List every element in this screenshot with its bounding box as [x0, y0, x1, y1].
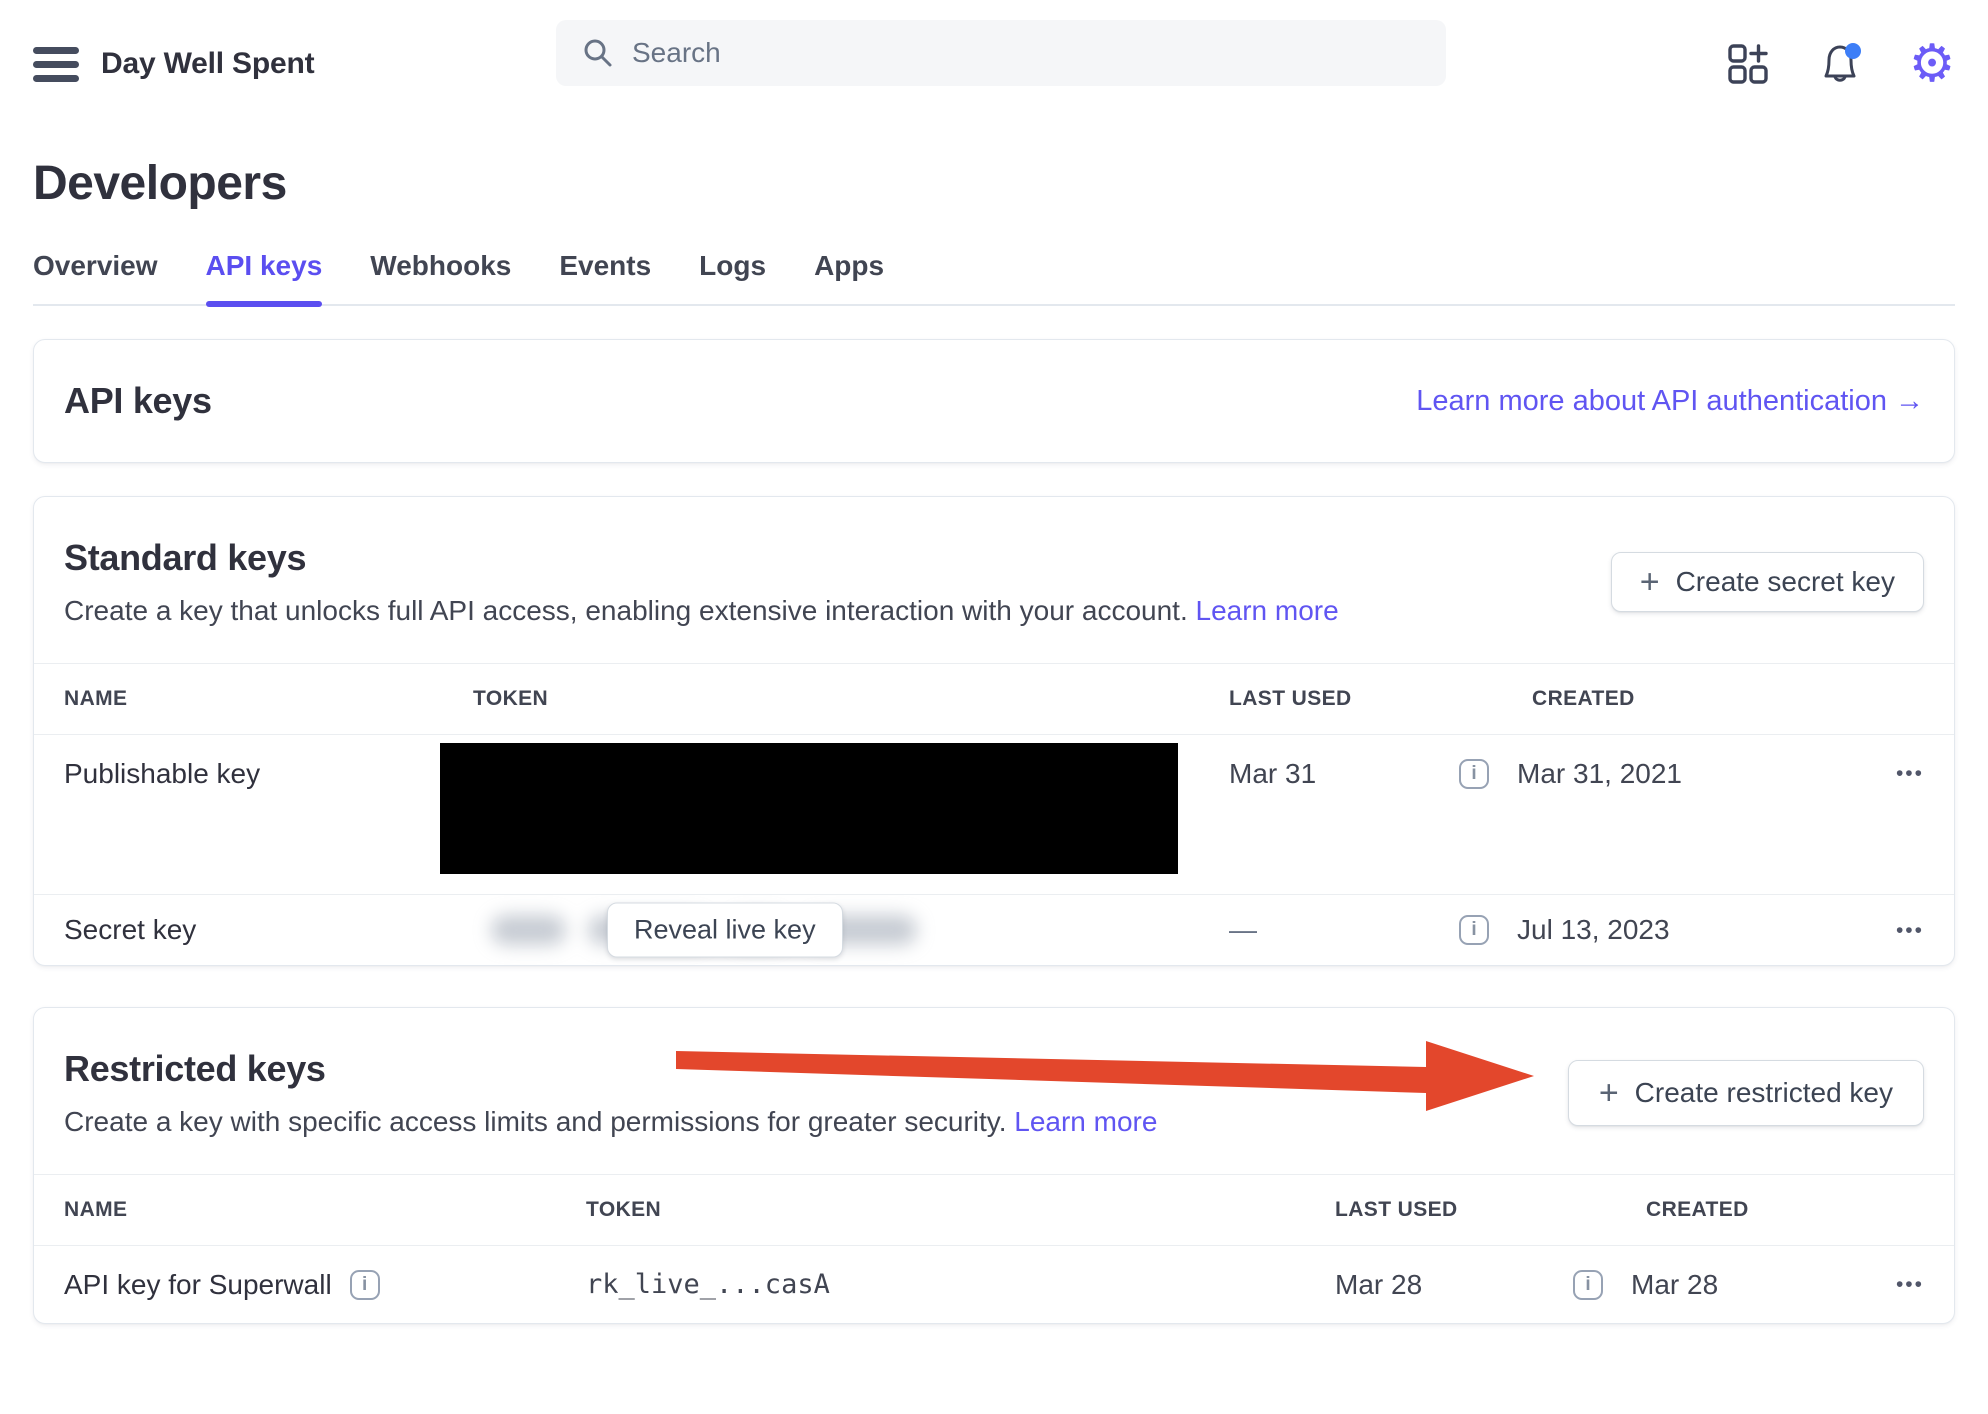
tab-overview[interactable]: Overview [33, 252, 158, 304]
table-row-secret-key: Secret key Reveal live key — i Jul 13, 2… [34, 894, 1954, 965]
plus-icon: + [1639, 563, 1660, 601]
token-value: rk_live_...casA [586, 1269, 830, 1300]
standard-keys-title: Standard keys [64, 537, 307, 578]
key-name: Publishable key [64, 758, 261, 789]
column-header-created: CREATED [1646, 1198, 1749, 1221]
column-header-last-used: LAST USED [1335, 1198, 1458, 1221]
restricted-keys-description: Create a key with specific access limits… [64, 1106, 1158, 1137]
info-icon[interactable]: i [1573, 1269, 1603, 1300]
created-value: Mar 28 [1631, 1268, 1719, 1300]
arrow-right-icon: → [1895, 384, 1924, 417]
restricted-learn-more-link[interactable]: Learn more [1014, 1106, 1157, 1137]
tab-bar: Overview API keys Webhooks Events Logs A… [33, 208, 1955, 307]
created-value: Jul 13, 2023 [1517, 914, 1670, 945]
key-name: Secret key [64, 914, 197, 945]
column-header-name: NAME [64, 687, 128, 710]
tab-apps[interactable]: Apps [814, 252, 884, 304]
restricted-keys-table: NAME TOKEN LAST USED CREATED API key for… [34, 1174, 1954, 1323]
tab-api-keys[interactable]: API keys [205, 252, 322, 307]
last-used-value: Mar 28 [1335, 1268, 1423, 1300]
reveal-live-key-button[interactable]: Reveal live key [607, 902, 843, 958]
notification-dot [1845, 43, 1861, 59]
gear-icon: ⚙ [1908, 34, 1956, 94]
overflow-menu-button[interactable]: ••• [1896, 1274, 1924, 1295]
last-used-value: Mar 31 [1229, 758, 1317, 789]
hamburger-menu-icon[interactable] [33, 45, 79, 83]
standard-keys-card: Standard keys Create a key that unlocks … [33, 496, 1955, 966]
api-keys-title: API keys [64, 380, 212, 421]
column-header-last-used: LAST USED [1229, 687, 1352, 710]
last-used-value: — [1229, 914, 1257, 945]
info-icon[interactable]: i [1459, 915, 1489, 945]
apps-grid-button[interactable] [1725, 41, 1771, 87]
info-icon[interactable]: i [1459, 759, 1489, 789]
plus-icon: + [1598, 1074, 1619, 1112]
column-header-token: TOKEN [473, 687, 549, 710]
search-input[interactable] [556, 20, 1446, 86]
table-row-publishable-key: Publishable key Mar 31 i Mar 31, 2021 ••… [34, 735, 1954, 894]
standard-keys-table: NAME TOKEN LAST USED CREATED Publishable… [34, 663, 1954, 965]
bell-icon [1824, 43, 1861, 82]
tab-logs[interactable]: Logs [699, 252, 766, 304]
api-auth-link[interactable]: Learn more about API authentication → [1416, 385, 1924, 418]
overflow-menu-button[interactable]: ••• [1896, 735, 1924, 784]
settings-button[interactable]: ⚙ [1908, 34, 1956, 94]
restricted-keys-title: Restricted keys [64, 1048, 326, 1089]
column-header-name: NAME [64, 1198, 128, 1221]
api-keys-card: API keys Learn more about API authentica… [33, 339, 1955, 463]
search-bar[interactable] [556, 20, 1446, 86]
create-secret-key-button[interactable]: + Create secret key [1610, 552, 1924, 612]
table-row-restricted-key: API key for Superwall i rk_live_...casA … [34, 1246, 1954, 1323]
key-name: API key for Superwall [64, 1268, 332, 1300]
info-icon[interactable]: i [349, 1269, 380, 1300]
standard-learn-more-link[interactable]: Learn more [1196, 595, 1339, 626]
column-header-created: CREATED [1532, 687, 1635, 710]
notifications-button[interactable] [1817, 41, 1863, 87]
topbar: Day Well Spent ⚙ [0, 0, 1988, 108]
overflow-menu-button[interactable]: ••• [1896, 920, 1924, 941]
brand-title: Day Well Spent [101, 47, 315, 80]
redacted-token-block [440, 743, 1178, 874]
column-header-token: TOKEN [586, 1198, 662, 1221]
restricted-keys-card: Restricted keys Create a key with specif… [33, 1007, 1955, 1324]
search-icon [584, 39, 612, 67]
tab-events[interactable]: Events [559, 252, 651, 304]
standard-keys-description: Create a key that unlocks full API acces… [64, 595, 1339, 626]
create-restricted-key-button[interactable]: + Create restricted key [1567, 1060, 1924, 1126]
apps-grid-icon [1728, 44, 1768, 84]
page-title: Developers [33, 157, 287, 210]
created-value: Mar 31, 2021 [1517, 758, 1682, 789]
tab-webhooks[interactable]: Webhooks [370, 252, 511, 304]
